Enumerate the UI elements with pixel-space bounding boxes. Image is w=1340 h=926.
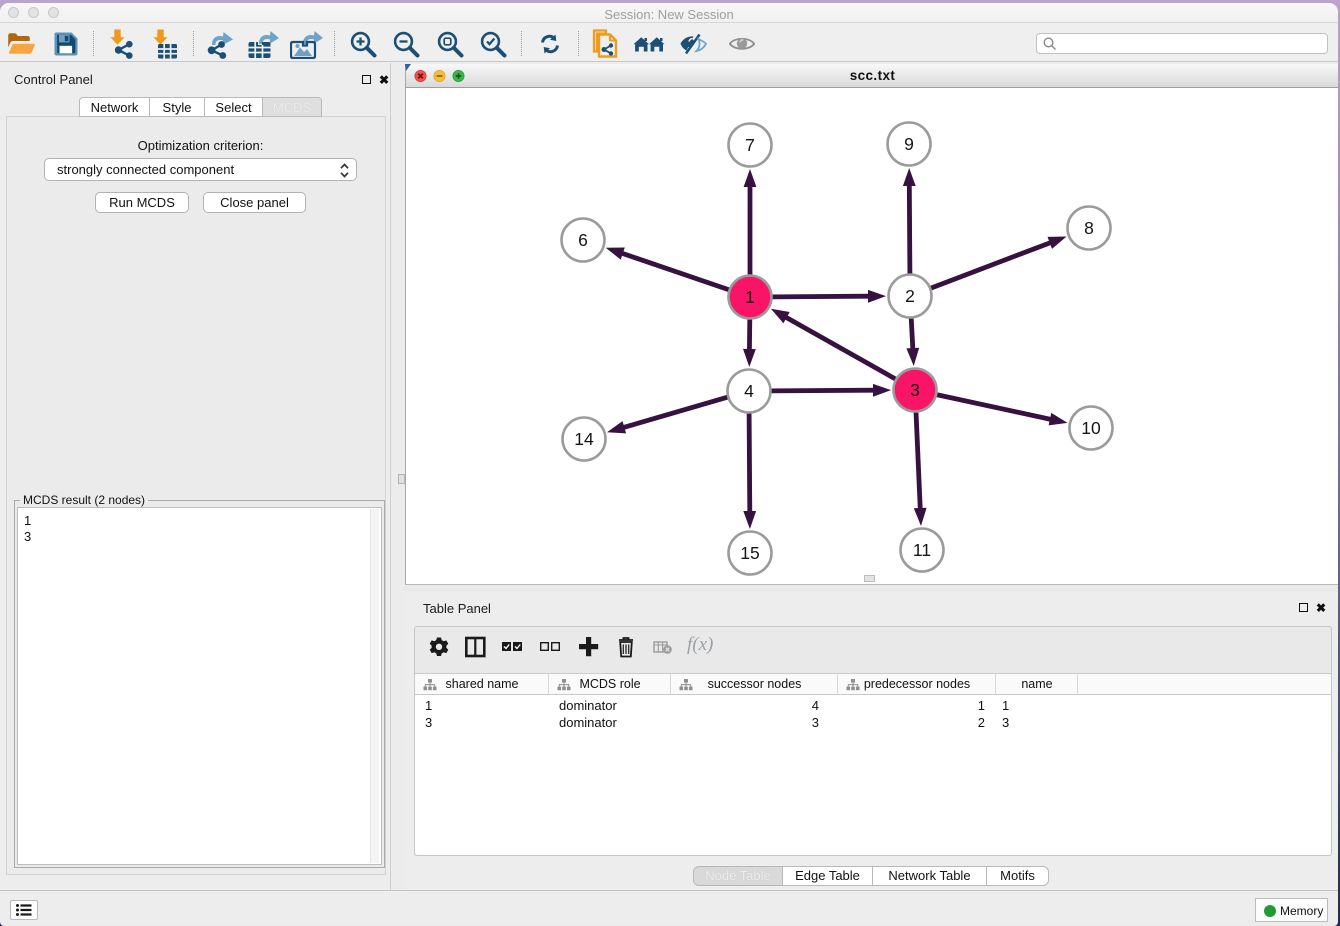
svg-text:11: 11: [913, 540, 931, 560]
svg-text:9: 9: [904, 134, 914, 154]
svg-text:4: 4: [744, 381, 754, 401]
svg-text:8: 8: [1084, 218, 1094, 238]
svg-text:1: 1: [745, 287, 755, 307]
svg-text:3: 3: [910, 380, 920, 400]
svg-text:15: 15: [740, 543, 759, 563]
svg-text:7: 7: [745, 135, 755, 155]
svg-text:10: 10: [1081, 418, 1101, 438]
svg-text:2: 2: [905, 286, 915, 306]
svg-text:6: 6: [578, 230, 588, 250]
svg-text:14: 14: [574, 429, 594, 449]
